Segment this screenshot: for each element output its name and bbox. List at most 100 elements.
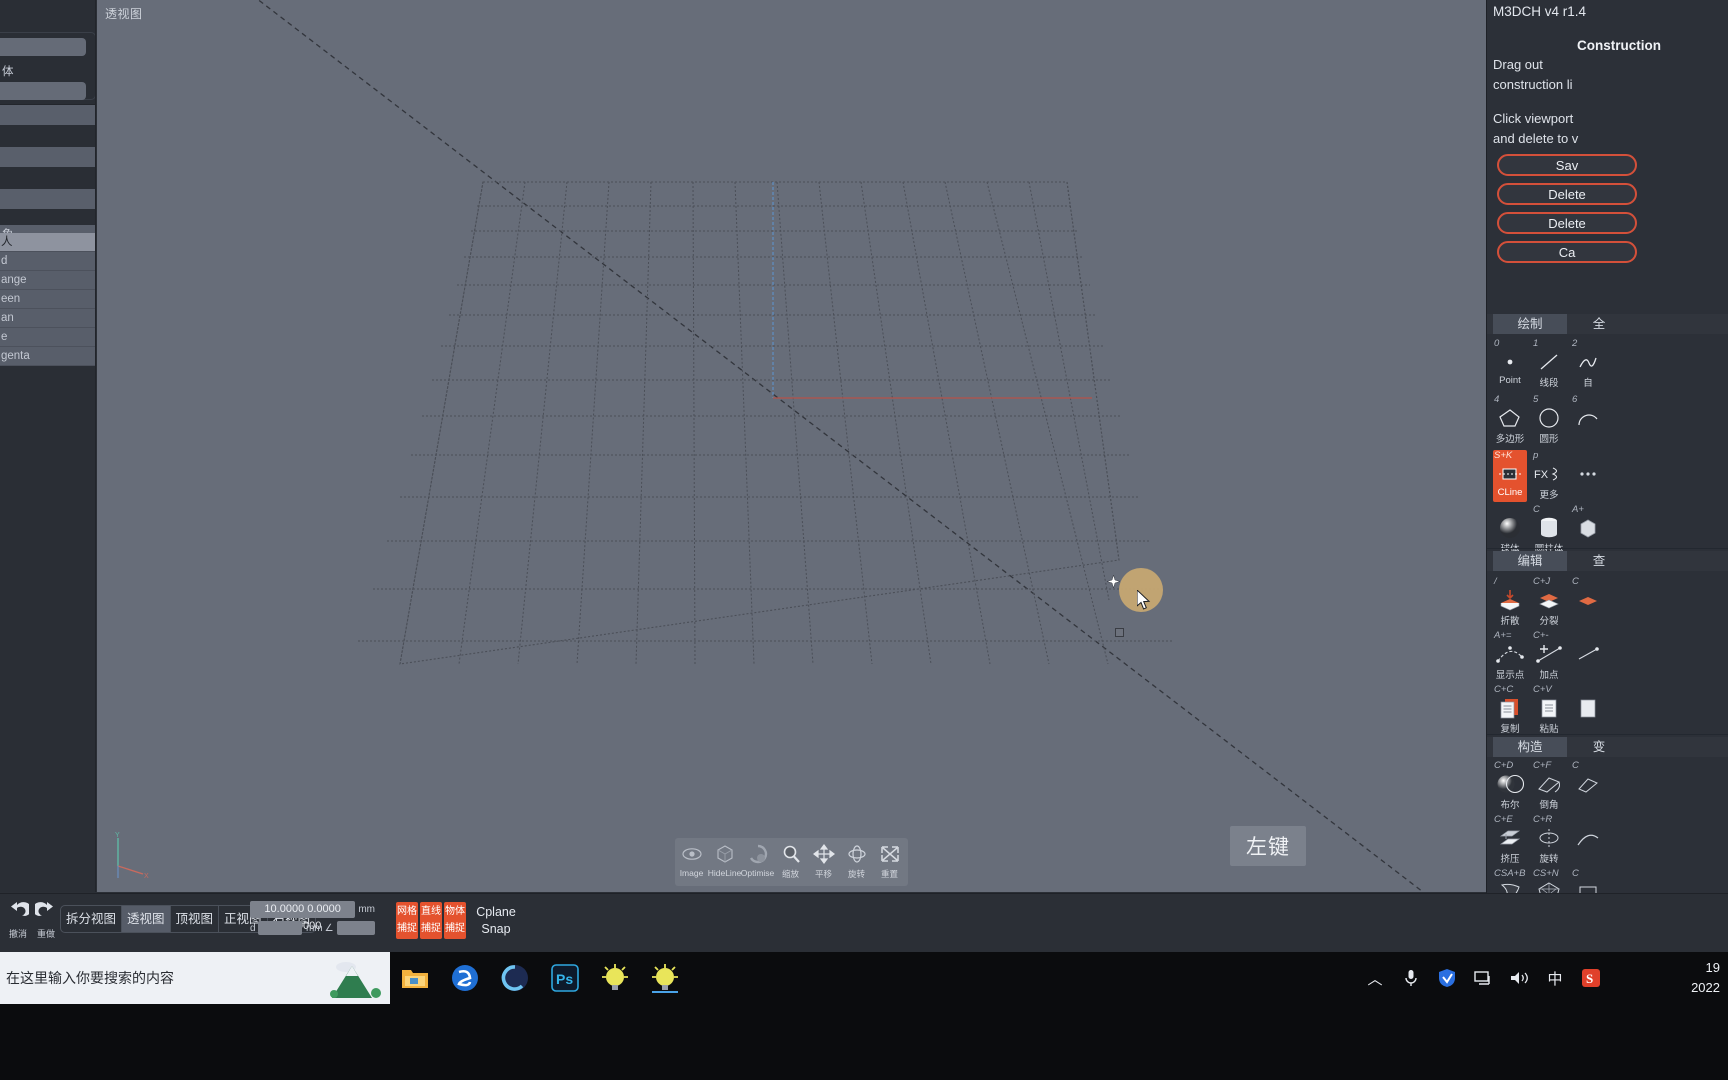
volume-icon[interactable]	[1508, 967, 1530, 989]
delpoint-icon	[1571, 641, 1605, 667]
tab-draw-all[interactable]: 全	[1569, 314, 1629, 334]
cinema4d-icon[interactable]	[498, 961, 532, 995]
edit-showpoints-tool[interactable]: A+= 显示点	[1493, 630, 1527, 681]
construct-revolve-tool[interactable]: C+R 旋转	[1532, 814, 1566, 865]
edit-split-tool[interactable]: C+J 分裂	[1532, 576, 1566, 627]
construct-extrude-tool[interactable]: C+E 挤压	[1493, 814, 1527, 865]
edit-copy-tool[interactable]: C+C 复制	[1493, 684, 1527, 735]
draw-box-tool[interactable]: A+	[1571, 504, 1605, 541]
construct-boolean-key: C+D	[1494, 760, 1514, 771]
vp-tool-rotate[interactable]: 旋转	[840, 841, 873, 880]
draw-line-tool[interactable]: 1 线段	[1532, 338, 1566, 389]
redo-label: 重做	[36, 929, 55, 939]
view-top-button[interactable]: 顶视图	[171, 906, 220, 932]
undo-button[interactable]: 撤消	[4, 898, 32, 942]
tab-construct[interactable]: 构造	[1493, 737, 1567, 757]
left-row-3[interactable]	[0, 147, 95, 167]
vp-tool-zoom[interactable]: 缩放	[774, 841, 807, 880]
coordinate-input[interactable]: 10.0000 0.0000 -7.0000	[250, 901, 356, 932]
left-row-5[interactable]	[0, 189, 95, 209]
taskbar-clock[interactable]: 19 2022	[1691, 958, 1720, 998]
draw-circle-tool[interactable]: 5 圆形	[1532, 394, 1566, 445]
construct-sweep-tool[interactable]	[1571, 814, 1605, 851]
draw-more-tool[interactable]: p FX 更多	[1532, 450, 1566, 501]
draw-freeform-tool[interactable]: 2 自	[1571, 338, 1605, 389]
color-item-2[interactable]: ange	[0, 271, 95, 290]
edit-cut-tool[interactable]	[1571, 684, 1605, 721]
left-row-1[interactable]	[0, 105, 95, 125]
color-item-5[interactable]: e	[0, 328, 95, 347]
coordinate-readout: 10.0000 0.0000 -7.0000 mm d mm ∠	[250, 901, 375, 941]
vp-tool-pan[interactable]: 平移	[807, 841, 840, 880]
color-item-4[interactable]: an	[0, 309, 95, 328]
draw-polygon-tool[interactable]: 4 多边形	[1493, 394, 1527, 445]
ime-icon[interactable]: 中	[1544, 967, 1566, 989]
delete-button-2[interactable]: Delete	[1497, 212, 1637, 234]
draw-point-tool[interactable]: 0 Point	[1493, 338, 1527, 386]
microphone-icon[interactable]	[1400, 967, 1422, 989]
edit-addpoint-tool[interactable]: C+- 加点	[1532, 630, 1566, 681]
snap-button-group: 网格 捕捉 直线 捕捉 物体 捕捉	[396, 902, 466, 939]
chevron-up-icon[interactable]: ︿	[1364, 967, 1386, 989]
vp-tool-image-label: Image	[679, 868, 704, 878]
file-explorer-icon[interactable]	[398, 961, 432, 995]
cplane-snap-toggle[interactable]: Cplane Snap	[471, 904, 521, 938]
box-icon	[1571, 515, 1605, 541]
tab-draw[interactable]: 绘制	[1493, 314, 1567, 334]
vp-tool-optimise[interactable]: Optimise	[741, 841, 774, 878]
coordinate-unit: mm	[358, 904, 375, 915]
color-item-3[interactable]: een	[0, 290, 95, 309]
edit-cut-key	[1571, 684, 1605, 695]
edit-join-tool[interactable]: C	[1571, 576, 1605, 613]
svg-text:S: S	[1586, 971, 1593, 986]
draw-arc-tool[interactable]: 6	[1571, 394, 1605, 431]
left-field-2[interactable]	[0, 82, 86, 100]
tab-edit[interactable]: 编辑	[1493, 551, 1567, 571]
taskbar-search[interactable]: 在这里输入你要搜索的内容	[0, 952, 390, 1004]
control-point-marker[interactable]	[1115, 628, 1124, 637]
viewport-3d[interactable]: 透视图 Y X 左键 Image HideLine Optimise 缩放 平移…	[97, 0, 1486, 892]
moi3d-icon[interactable]	[598, 961, 632, 995]
tab-transform[interactable]: 变	[1569, 737, 1629, 757]
left-field-1[interactable]	[0, 38, 86, 56]
view-perspective-button[interactable]: 透视图	[122, 906, 171, 932]
color-item-0[interactable]: 人	[0, 233, 95, 252]
object-snap-button[interactable]: 物体 捕捉	[444, 902, 466, 939]
left-row-4[interactable]	[0, 168, 95, 188]
distance-input[interactable]	[257, 921, 302, 935]
edit-paste-tool[interactable]: C+V 粘贴	[1532, 684, 1566, 735]
vp-tool-image[interactable]: Image	[675, 841, 708, 878]
color-item-1[interactable]: d	[0, 252, 95, 271]
tab-edit-check[interactable]: 查	[1569, 551, 1629, 571]
network-icon[interactable]	[1472, 967, 1494, 989]
shield-icon[interactable]	[1436, 967, 1458, 989]
delete-button-1[interactable]: Delete	[1497, 183, 1637, 205]
left-row-0[interactable]: 体	[0, 62, 95, 82]
sogou-browser-icon[interactable]	[448, 961, 482, 995]
moi3d-active-icon[interactable]	[648, 961, 682, 995]
angle-input[interactable]	[336, 921, 375, 935]
construct-fillet-tool[interactable]: C+F 倒角	[1532, 760, 1566, 811]
save-button[interactable]: Sav	[1497, 154, 1637, 176]
left-row-2[interactable]	[0, 126, 95, 146]
sogou-input-icon[interactable]: S	[1580, 967, 1602, 989]
construct-boolean-tool[interactable]: C+D 布尔	[1493, 760, 1527, 811]
vp-tool-reset[interactable]: 重置	[873, 841, 906, 880]
redo-button[interactable]: 重做	[32, 898, 60, 942]
color-list: 人 d ange een an e genta	[0, 233, 95, 366]
draw-extra-tool[interactable]	[1571, 450, 1605, 487]
grid-snap-button[interactable]: 网格 捕捉	[396, 902, 418, 939]
vp-tool-hideline[interactable]: HideLine	[708, 841, 741, 878]
edit-separate-tool[interactable]: / 折散	[1493, 576, 1527, 627]
taskbar-search-placeholder: 在这里输入你要搜索的内容	[6, 970, 174, 986]
distance-label: d	[250, 922, 256, 934]
line-snap-button[interactable]: 直线 捕捉	[420, 902, 442, 939]
cancel-button[interactable]: Ca	[1497, 241, 1637, 263]
draw-cline-tool[interactable]: S+K CLine	[1493, 450, 1527, 498]
view-split-button[interactable]: 拆分视图	[61, 906, 123, 932]
photoshop-icon[interactable]: Ps	[548, 961, 582, 995]
construct-chamfer-tool[interactable]: C	[1571, 760, 1605, 797]
draw-extra-key	[1571, 450, 1605, 461]
color-item-6[interactable]: genta	[0, 347, 95, 366]
edit-delpoint-tool[interactable]	[1571, 630, 1605, 667]
